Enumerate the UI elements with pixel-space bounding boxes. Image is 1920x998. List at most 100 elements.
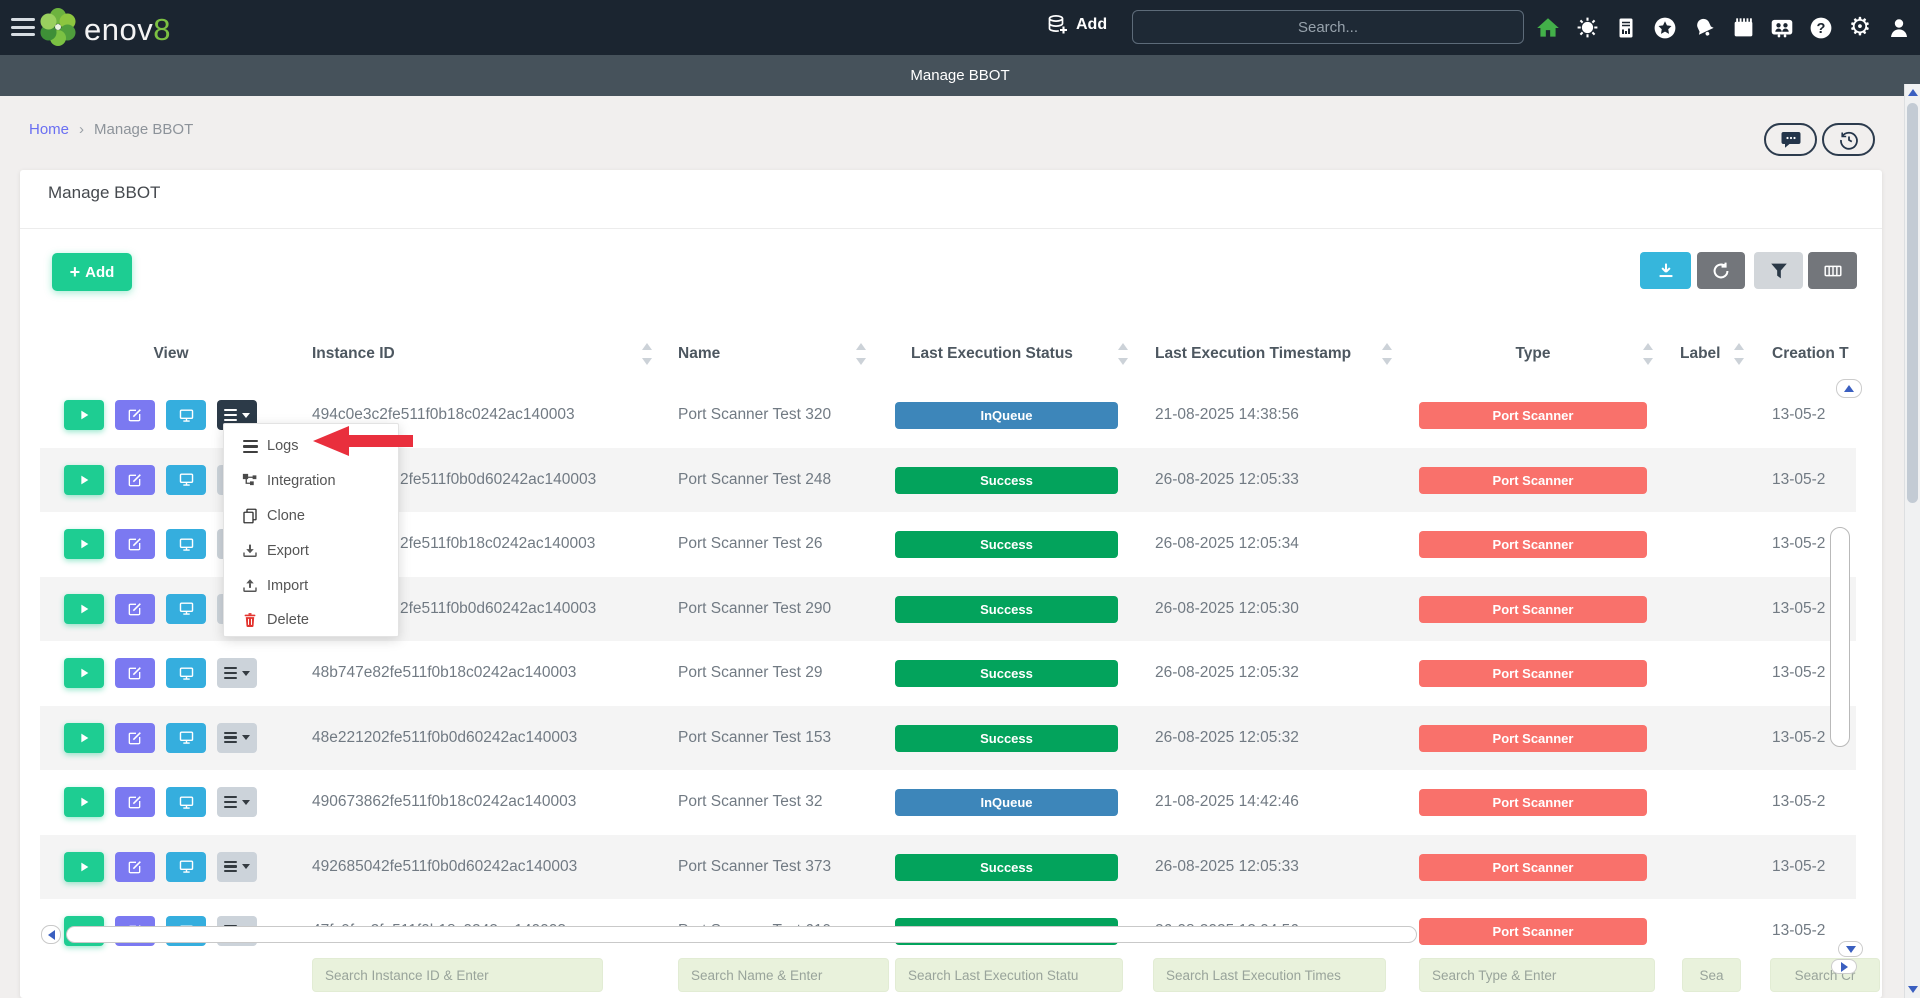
- column-header-type[interactable]: Type: [1419, 336, 1647, 372]
- column-header-instance-id[interactable]: Instance ID: [312, 336, 395, 372]
- settings-gear-icon[interactable]: ⚙: [1847, 15, 1873, 41]
- table-scroll-up-button[interactable]: [1836, 379, 1862, 398]
- monitor-button[interactable]: [166, 594, 206, 624]
- menu-item-integration[interactable]: Integration: [224, 464, 398, 499]
- row-menu-button[interactable]: [217, 787, 257, 817]
- play-icon: [76, 472, 92, 488]
- sort-arrows-timestamp[interactable]: [1382, 341, 1392, 367]
- sort-arrows-type[interactable]: [1643, 341, 1653, 367]
- menu-lines-icon: [224, 796, 237, 808]
- page-scrollbar[interactable]: [1904, 84, 1920, 998]
- edit-button[interactable]: [115, 594, 155, 624]
- edit-pencil-icon: [127, 794, 143, 810]
- menu-item-export[interactable]: Export: [224, 533, 398, 568]
- add-entity-button[interactable]: Add: [1046, 13, 1107, 37]
- row-menu-button[interactable]: [217, 658, 257, 688]
- table-scroll-down-button[interactable]: [1838, 941, 1863, 957]
- notifications-bell-icon[interactable]: [1691, 15, 1717, 41]
- column-header-name[interactable]: Name: [678, 336, 720, 372]
- edit-button[interactable]: [115, 400, 155, 430]
- columns-button[interactable]: [1808, 252, 1857, 289]
- sort-arrows-name[interactable]: [856, 341, 866, 367]
- run-button[interactable]: [64, 400, 104, 430]
- run-button[interactable]: [64, 658, 104, 688]
- monitor-button[interactable]: [166, 852, 206, 882]
- table-horizontal-scrollbar-thumb[interactable]: [66, 926, 1417, 943]
- breadcrumb: Home › Manage BBOT: [29, 121, 193, 138]
- history-clock-icon: [1837, 128, 1861, 152]
- column-header-label[interactable]: Label: [1680, 336, 1720, 372]
- run-button[interactable]: [64, 787, 104, 817]
- row-menu-button[interactable]: [217, 852, 257, 882]
- monitor-button[interactable]: [166, 658, 206, 688]
- page-scroll-up-icon[interactable]: [1908, 89, 1918, 96]
- column-header-last-execution-timestamp[interactable]: Last Execution Timestamp: [1155, 336, 1351, 372]
- edit-button[interactable]: [115, 852, 155, 882]
- sort-arrows-instance-id[interactable]: [642, 341, 652, 367]
- download-button[interactable]: [1640, 252, 1691, 289]
- menu-lines-icon: [224, 861, 237, 873]
- help-icon[interactable]: ?: [1808, 15, 1834, 41]
- page-scrollbar-thumb[interactable]: [1907, 103, 1918, 503]
- name-cell: Port Scanner Test 26: [678, 512, 908, 577]
- home-icon[interactable]: [1535, 15, 1561, 41]
- edit-button[interactable]: [115, 787, 155, 817]
- filter-type-input[interactable]: [1419, 958, 1655, 992]
- theme-sun-icon[interactable]: [1574, 15, 1600, 41]
- creation-cell: 13-05-2: [1772, 899, 1882, 964]
- table-vertical-scrollbar-thumb[interactable]: [1830, 527, 1850, 747]
- creation-cell: 13-05-2: [1772, 641, 1882, 706]
- filter-creation-input[interactable]: [1770, 958, 1880, 992]
- monitor-button[interactable]: [166, 787, 206, 817]
- filter-label-input[interactable]: [1682, 958, 1741, 992]
- instance-id-cell: 492685042fe511f0b0d60242ac140003: [312, 835, 672, 900]
- page-scroll-down-icon[interactable]: [1908, 986, 1918, 993]
- menu-item-import[interactable]: Import: [224, 568, 398, 603]
- menu-item-delete[interactable]: Delete: [224, 603, 398, 638]
- star-circle-icon[interactable]: [1652, 15, 1678, 41]
- users-icon[interactable]: [1769, 15, 1795, 41]
- monitor-button[interactable]: [166, 529, 206, 559]
- edit-button[interactable]: [115, 465, 155, 495]
- history-button[interactable]: [1822, 123, 1875, 156]
- monitor-button[interactable]: [166, 465, 206, 495]
- filter-button[interactable]: [1754, 252, 1803, 289]
- monitor-button[interactable]: [166, 400, 206, 430]
- table-scroll-left-button[interactable]: [41, 925, 61, 944]
- run-button[interactable]: [64, 723, 104, 753]
- comments-button[interactable]: [1764, 123, 1817, 156]
- run-button[interactable]: [64, 465, 104, 495]
- refresh-button[interactable]: [1697, 252, 1745, 289]
- monitor-button[interactable]: [166, 723, 206, 753]
- calendar-icon[interactable]: [1730, 15, 1756, 41]
- import-upload-icon: [241, 577, 259, 595]
- run-button[interactable]: [64, 852, 104, 882]
- name-cell: Port Scanner Test 290: [678, 577, 908, 642]
- table-scroll-right-button[interactable]: [1831, 959, 1857, 974]
- filter-timestamp-input[interactable]: [1153, 958, 1386, 992]
- report-document-icon[interactable]: [1613, 15, 1639, 41]
- add-button[interactable]: + Add: [52, 253, 132, 291]
- menu-item-clone[interactable]: Clone: [224, 499, 398, 534]
- sort-arrows-status[interactable]: [1118, 341, 1128, 367]
- column-header-creation-timestamp[interactable]: Creation T: [1772, 336, 1849, 372]
- hamburger-menu-icon[interactable]: [11, 18, 35, 37]
- edit-button[interactable]: [115, 658, 155, 688]
- run-button[interactable]: [64, 529, 104, 559]
- sort-arrows-label[interactable]: [1734, 341, 1744, 367]
- column-header-last-execution-status[interactable]: Last Execution Status: [911, 336, 1073, 372]
- edit-button[interactable]: [115, 723, 155, 753]
- filter-name-input[interactable]: [678, 958, 889, 992]
- table-row: 490673862fe511f0b18c0242ac140003 Port Sc…: [20, 770, 1882, 835]
- filter-status-input[interactable]: [895, 958, 1123, 992]
- profile-icon[interactable]: [1886, 15, 1912, 41]
- edit-button[interactable]: [115, 529, 155, 559]
- global-search-input[interactable]: [1132, 10, 1524, 44]
- run-button[interactable]: [64, 594, 104, 624]
- breadcrumb-home-link[interactable]: Home: [29, 121, 69, 138]
- filter-instance-id-input[interactable]: [312, 958, 603, 992]
- enov8-logo[interactable]: enov8: [36, 5, 171, 54]
- column-header-view[interactable]: View: [121, 336, 221, 372]
- name-cell: Port Scanner Test 248: [678, 448, 908, 513]
- row-menu-button[interactable]: [217, 723, 257, 753]
